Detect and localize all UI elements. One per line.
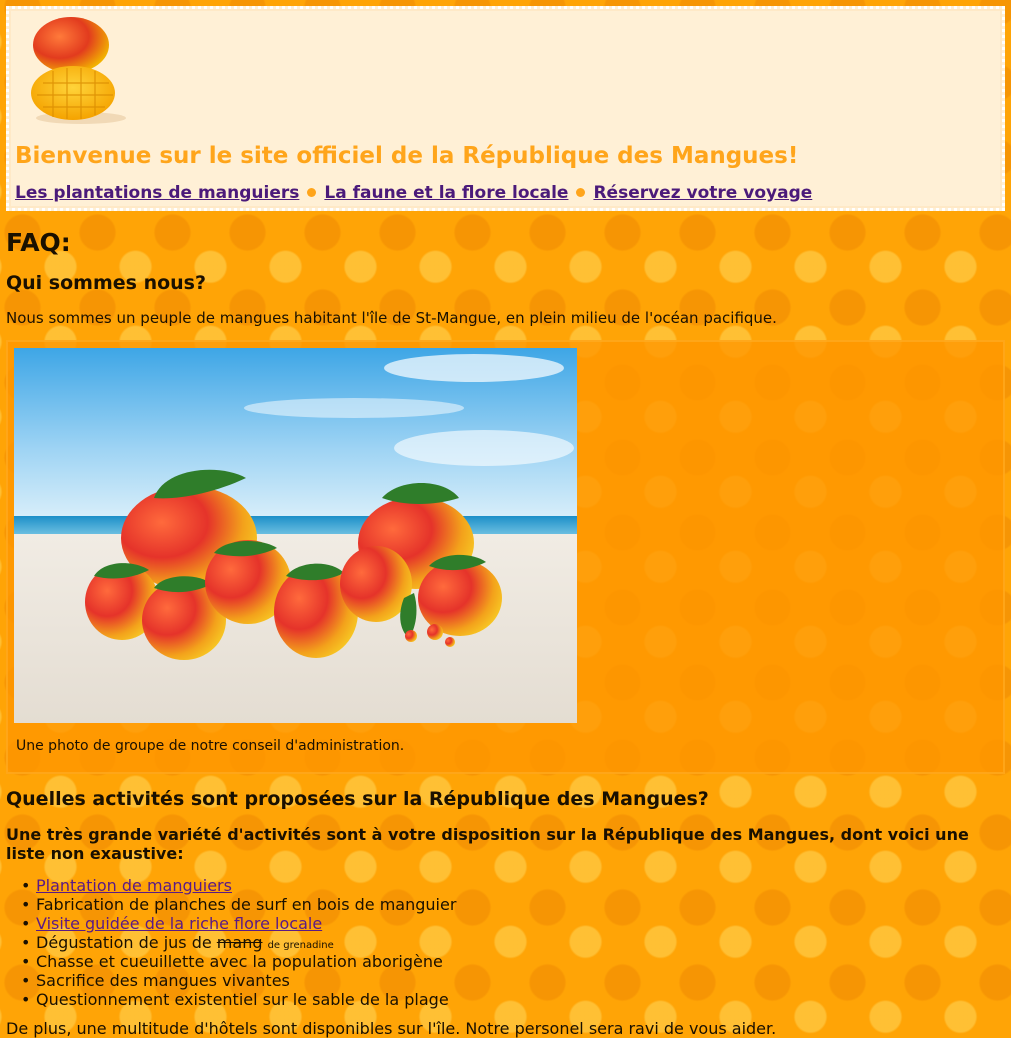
- list-item: Chasse et cueuillette avec la population…: [6, 952, 456, 971]
- nav-link-reservation[interactable]: Réservez votre voyage: [593, 183, 812, 203]
- answer-who-are-we: Nous sommes un peuple de mangues habitan…: [6, 309, 777, 327]
- list-item: Dégustation de jus de mang de grenadine: [6, 933, 456, 952]
- list-item: Sacrifice des mangues vivantes: [6, 971, 456, 990]
- question-who-are-we: Qui sommes nous?: [6, 272, 207, 294]
- list-item: Fabrication de planches de surf en bois …: [6, 895, 456, 914]
- hotels-note: De plus, une multitude d'hôtels sont dis…: [6, 1019, 777, 1038]
- separator-dot: [307, 187, 317, 197]
- group-photo: [14, 348, 577, 723]
- activities-intro: Une très grande variété d'activités sont…: [6, 825, 969, 863]
- photo-caption: Une photo de groupe de notre conseil d'a…: [16, 738, 405, 754]
- mango-logo: [31, 17, 126, 124]
- separator-dot: [576, 187, 586, 197]
- site-title: Bienvenue sur le site officiel de la Rép…: [15, 143, 799, 169]
- activity-text: Dégustation de jus de: [36, 933, 217, 952]
- question-activities: Quelles activités sont proposées sur la …: [6, 788, 709, 810]
- site-header: Bienvenue sur le site officiel de la Rép…: [6, 6, 1005, 211]
- small-text: de grenadine: [267, 940, 334, 951]
- list-item: Plantation de manguiers: [6, 876, 456, 895]
- list-item: Questionnement existentiel sur le sable …: [6, 990, 456, 1009]
- main-nav: Les plantations de manguiers La faune et …: [15, 183, 812, 203]
- activity-link-plantation[interactable]: Plantation de manguiers: [36, 876, 232, 895]
- nav-link-faune-flore[interactable]: La faune et la flore locale: [324, 183, 568, 203]
- activities-list: Plantation de manguiers Fabrication de p…: [6, 876, 456, 1009]
- group-photo-figure: Une photo de groupe de notre conseil d'a…: [6, 340, 1005, 774]
- struck-text: mang: [216, 933, 263, 952]
- faq-heading: FAQ:: [6, 228, 71, 257]
- nav-link-plantations[interactable]: Les plantations de manguiers: [15, 183, 299, 203]
- list-item: Visite guidée de la riche flore locale: [6, 914, 456, 933]
- activity-link-visite[interactable]: Visite guidée de la riche flore locale: [36, 914, 322, 933]
